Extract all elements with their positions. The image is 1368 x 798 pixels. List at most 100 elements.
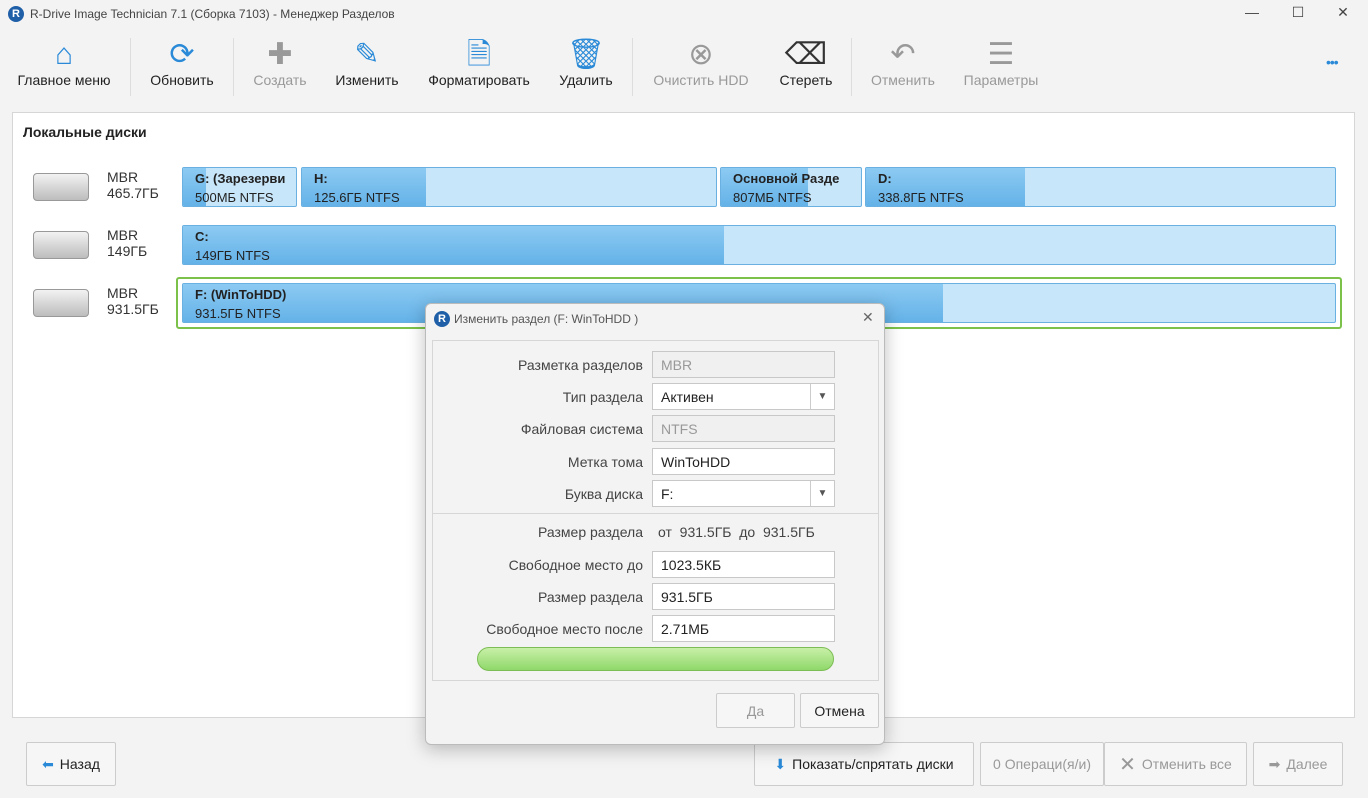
toolbar-plus-button[interactable]: ✚ Создать [244,38,316,88]
size-input[interactable]: 931.5ГБ [652,583,835,610]
app-logo-icon: R [8,6,24,22]
toolbar-eraser-button[interactable]: ⌫ Стереть [768,38,844,88]
letter-value: F: [661,486,674,502]
wipe-hdd-icon: ⊗ [688,38,714,71]
partition-block[interactable]: D: 338.8ГБ NTFS [865,167,1336,207]
toolbar-pencil-button[interactable]: ✎ Изменить [326,38,408,88]
operations-button[interactable]: 0 Операци(я/и) [980,742,1104,786]
toolbar-menu-button[interactable]: ☰ Параметры [956,38,1046,88]
toolbar-separator [130,38,131,96]
dialog-close-button[interactable]: ✕ [862,309,874,326]
type-label: Тип раздела [562,389,643,405]
format-fs-icon: 🗎 [466,38,492,71]
partition-name: G: (Зарезерви [195,171,286,186]
toolbar-label: Главное меню [17,72,111,88]
free-after-label: Свободное место после [486,621,643,637]
partition-name: D: [878,171,892,186]
free-before-label: Свободное место до [508,557,643,573]
chevron-down-icon: ▼ [810,384,834,409]
next-label: Далее [1286,756,1328,772]
partition-size: 931.5ГБ NTFS [195,306,281,321]
dialog-logo-icon: R [434,311,450,327]
disk-info[interactable]: MBR 931.5ГБ [107,285,159,317]
toolbar-label: Создать [253,72,307,88]
toolbar: ⌂ Главное меню ⟳ Обновить ✚ Создать ✎ Изменить 🗎… [0,28,1368,100]
trash-icon: 🗑 [566,38,606,71]
disk-info[interactable]: MBR 465.7ГБ [107,169,159,201]
arrow-right-icon: ➡ [1268,755,1281,772]
letter-label: Буква диска [564,486,643,502]
letter-select[interactable]: F: ▼ [652,480,835,507]
partition-name: H: [314,171,328,186]
pencil-icon: ✎ [354,38,380,71]
partition-name: Основной Разде [733,171,840,186]
free-before-input[interactable]: 1023.5КБ [652,551,835,578]
next-button[interactable]: ➡ Далее [1253,742,1343,786]
cancel-all-button[interactable]: ✕ Отменить все [1104,742,1247,786]
close-button[interactable]: ✕ [1333,4,1353,24]
disk-size: 465.7ГБ [107,185,159,201]
partition-block[interactable]: Основной Разде 807МБ NTFS [720,167,862,207]
maximize-button[interactable]: ☐ [1288,4,1308,24]
undo-icon: ↶ [890,38,916,71]
ok-button[interactable]: Да [716,693,795,728]
partition-name: C: [195,229,209,244]
partition-block[interactable]: G: (Зарезерви 500МБ NTFS [182,167,297,207]
disk-scheme: MBR [107,285,139,301]
edit-partition-dialog: R Изменить раздел (F: WinToHDD ) ✕ Разме… [425,303,885,745]
plus-icon: ✚ [267,38,293,71]
hard-disk-icon [33,289,89,317]
more-button[interactable]: ••• [1326,54,1339,70]
section-title: Локальные диски [23,124,147,140]
toolbar-label: Форматировать [428,72,530,88]
toolbar-label: Обновить [150,72,214,88]
back-button[interactable]: ⬅ Назад [26,742,116,786]
toolbar-separator [233,38,234,96]
toolbar-label: Отменить [871,72,935,88]
size-label: Размер раздела [538,589,643,605]
disk-info[interactable]: MBR 149ГБ [107,227,147,259]
chevron-down-icon: ▼ [810,481,834,506]
toolbar-refresh-button[interactable]: ⟳ Обновить [140,38,224,88]
partition-size: 125.6ГБ NTFS [314,190,400,205]
toolbar-trash-button[interactable]: 🗑 Удалить [548,38,624,88]
partition-block[interactable]: H: 125.6ГБ NTFS [301,167,717,207]
toolbar-separator [851,38,852,96]
toggle-disks-button[interactable]: ⬇ Показать/спрятать диски [754,742,974,786]
toolbar-separator [632,38,633,96]
scheme-label: Разметка разделов [518,357,643,373]
pin-icon: ⬇ [774,755,787,772]
partition-name: F: (WinToHDD) [195,287,287,302]
partition-block[interactable]: C: 149ГБ NTFS [182,225,1336,265]
ops-label: 0 Операци(я/и) [993,756,1091,772]
scheme-field: MBR [652,351,835,378]
eraser-icon: ⌫ [784,38,828,71]
hard-disk-icon [33,231,89,259]
free-after-input[interactable]: 2.71МБ [652,615,835,642]
partition-size: 149ГБ NTFS [195,248,270,263]
divider [433,513,878,514]
toolbar-wipe-hdd-button[interactable]: ⊗ Очистить HDD [646,38,756,88]
toolbar-format-fs-button[interactable]: 🗎 Форматировать [420,38,538,88]
type-value: Активен [661,389,714,405]
type-select[interactable]: Активен ▼ [652,383,835,410]
minimize-button[interactable]: — [1242,4,1262,24]
back-label: Назад [59,756,100,772]
size-range: от 931.5ГБ до 931.5ГБ [658,524,815,540]
partition-size-slider[interactable] [477,647,834,671]
hard-disk-icon [33,173,89,201]
disk-size: 149ГБ [107,243,148,259]
fs-label: Файловая система [520,421,643,437]
cancel-all-label: Отменить все [1141,756,1232,772]
cancel-button[interactable]: Отмена [800,693,879,728]
partition-size: 338.8ГБ NTFS [878,190,964,205]
volume-input[interactable]: WinToHDD [652,448,835,475]
range-label: Размер раздела [538,524,643,540]
disk-scheme: MBR [107,169,139,185]
toolbar-undo-button[interactable]: ↶ Отменить [862,38,944,88]
toolbar-home-button[interactable]: ⌂ Главное меню [14,38,114,88]
partition-size: 807МБ NTFS [733,190,812,205]
toolbar-label: Удалить [559,72,613,88]
refresh-icon: ⟳ [169,38,195,71]
disk-size: 931.5ГБ [107,301,159,317]
